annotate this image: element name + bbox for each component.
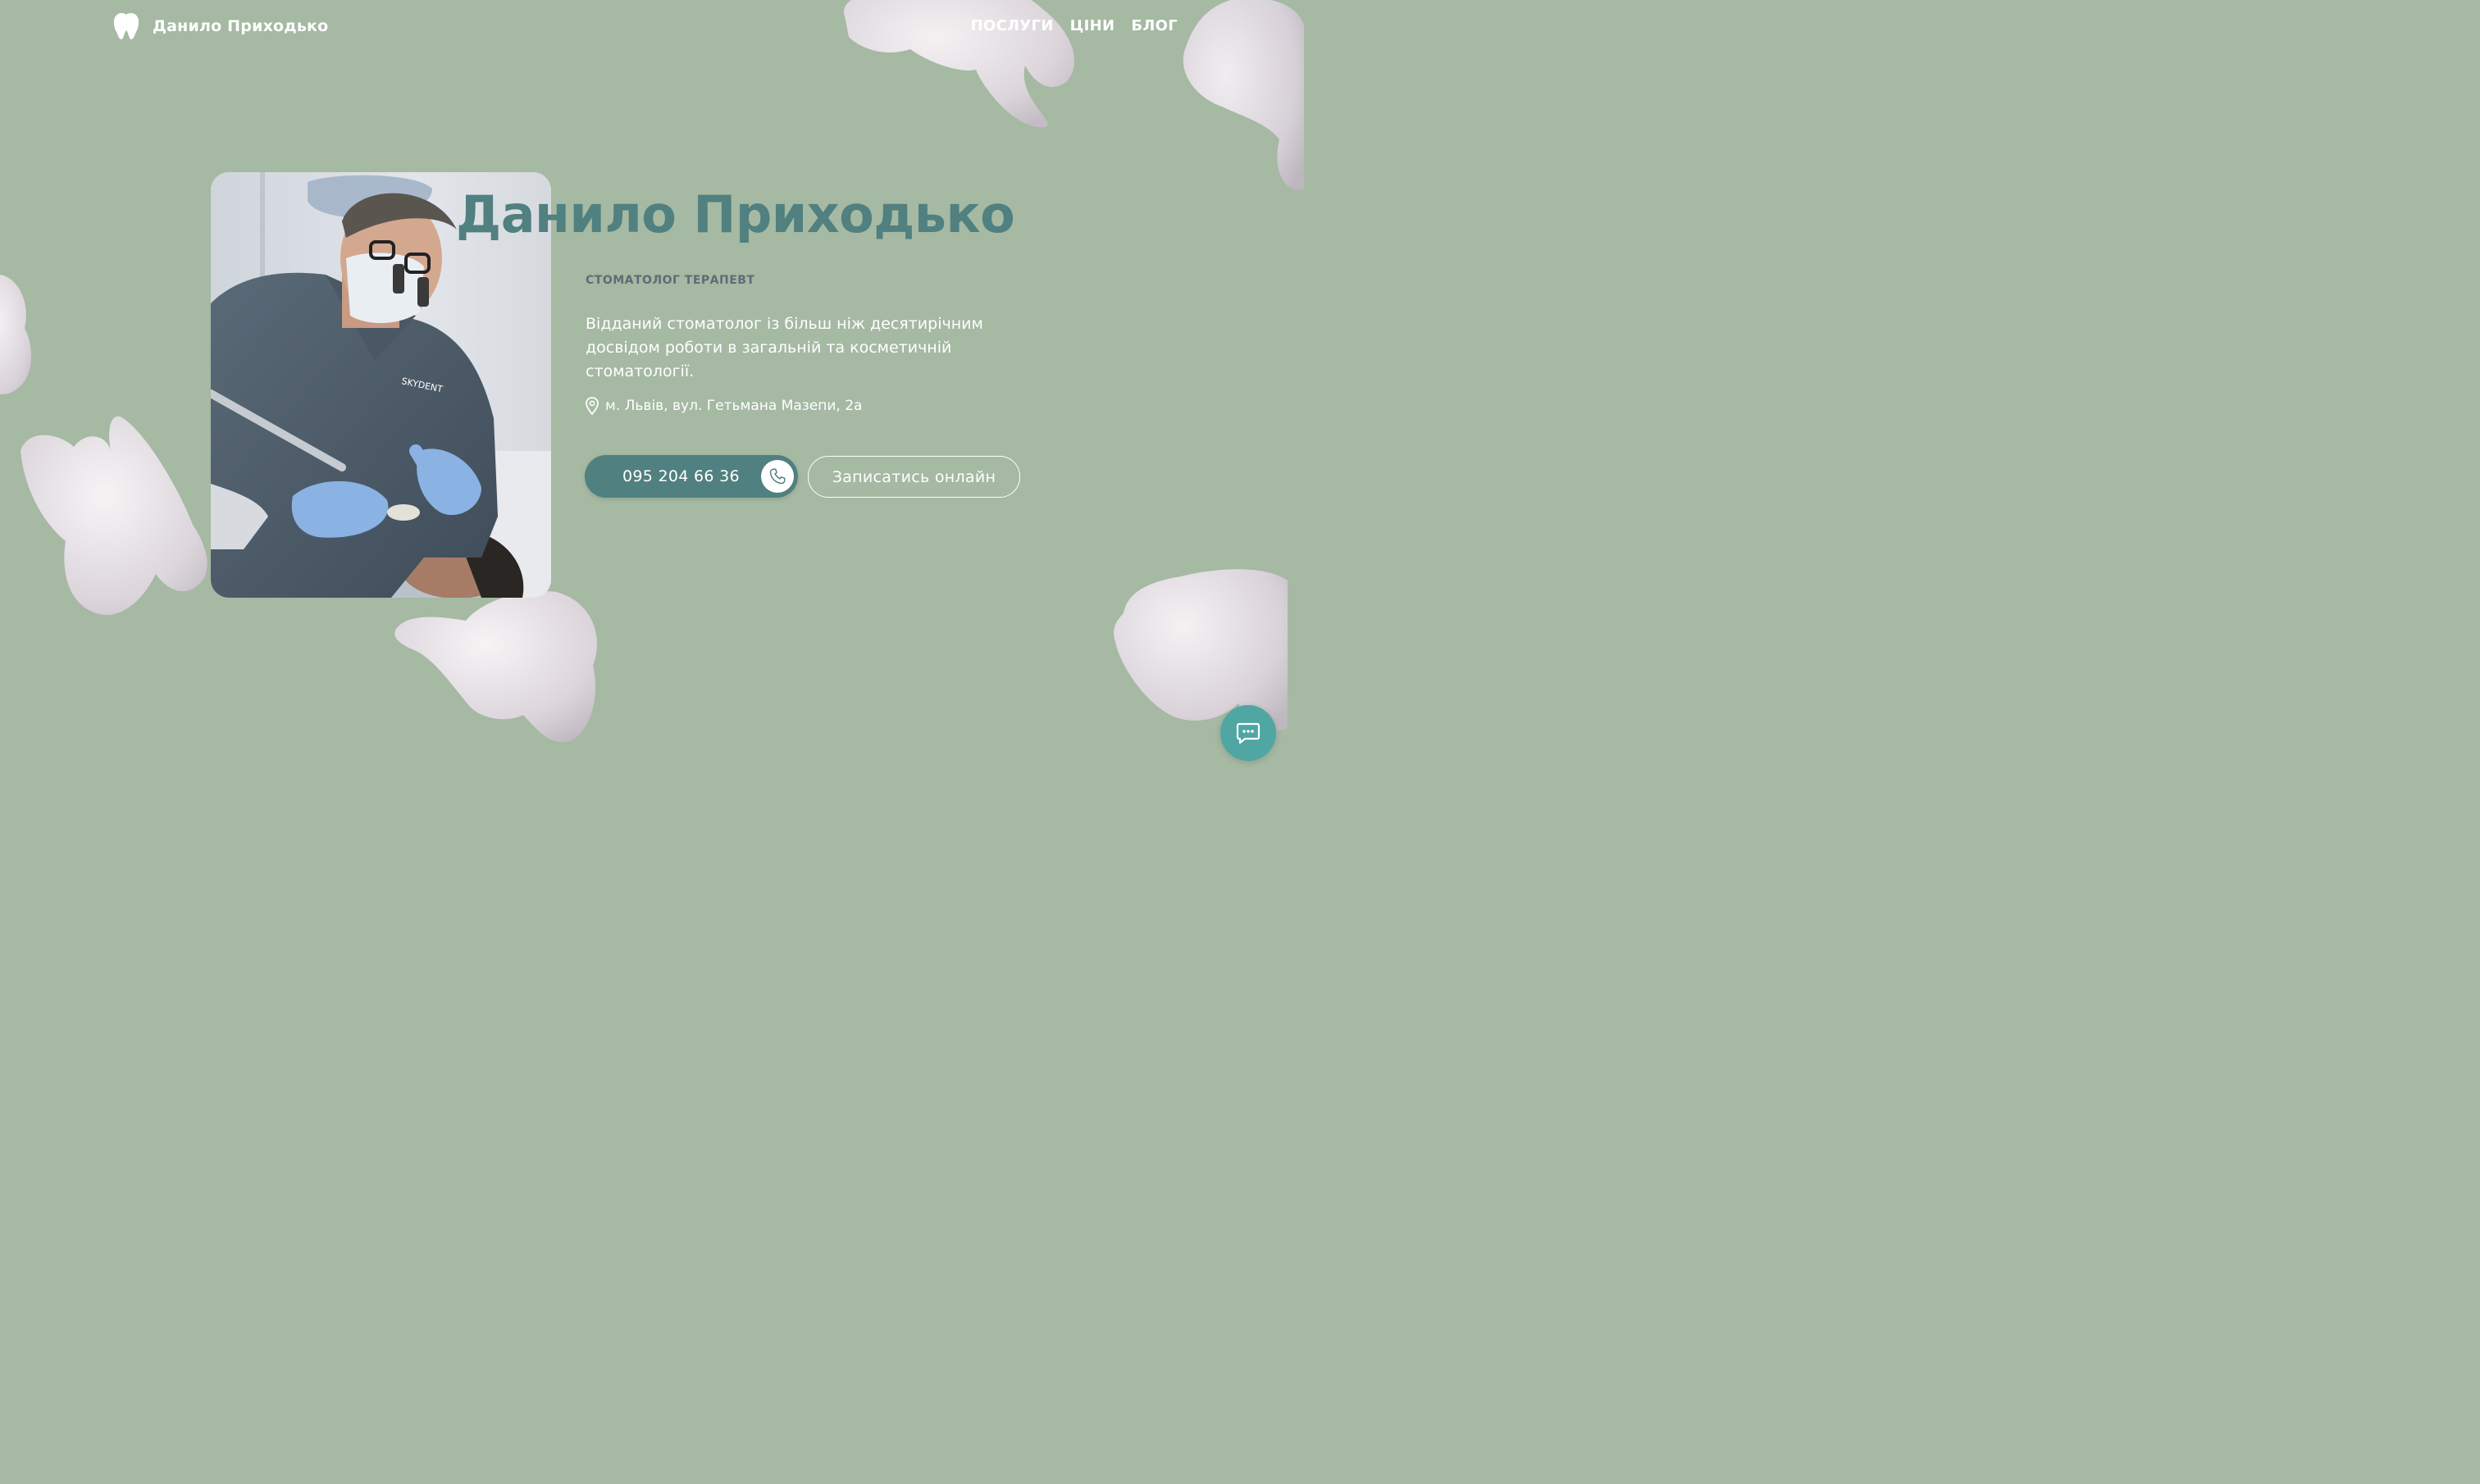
chat-button[interactable] [1220,705,1276,761]
nav-item-blog[interactable]: БЛОГ [1131,17,1178,34]
phone-number: 095 204 66 36 [622,467,740,485]
decorative-tooth-bottom-center [394,591,597,742]
phone-icon [769,468,786,485]
specialty-subtitle: СТОМАТОЛОГ ТЕРАПЕВТ [586,274,755,287]
book-online-button[interactable]: Записатись онлайн [808,456,1020,498]
main-nav: ПОСЛУГИ ЦІНИ БЛОГ [971,17,1178,34]
decorative-tooth-left-edge [0,275,32,394]
hero-title: Данило Приходько [456,184,1015,244]
nav-item-services[interactable]: ПОСЛУГИ [971,17,1054,34]
logo-text: Данило Приходько [153,17,329,35]
tooth-icon [113,12,139,40]
location-pin-icon [586,397,599,415]
phone-icon-circle [761,460,794,493]
decorative-tooth-far-top-right [1183,0,1304,190]
hero-description: Відданий стоматолог із більш ніж десятир… [586,315,983,380]
decorative-tooth-bottom-left [21,416,207,615]
nav-item-prices[interactable]: ЦІНИ [1070,17,1115,34]
phone-button[interactable]: 095 204 66 36 [585,455,798,498]
chat-icon [1236,722,1261,744]
site-logo[interactable]: Данило Приходько [112,11,328,41]
address: м. Львів, вул. Гетьмана Мазепи, 2а [586,397,862,415]
address-text: м. Львів, вул. Гетьмана Мазепи, 2а [605,398,863,414]
